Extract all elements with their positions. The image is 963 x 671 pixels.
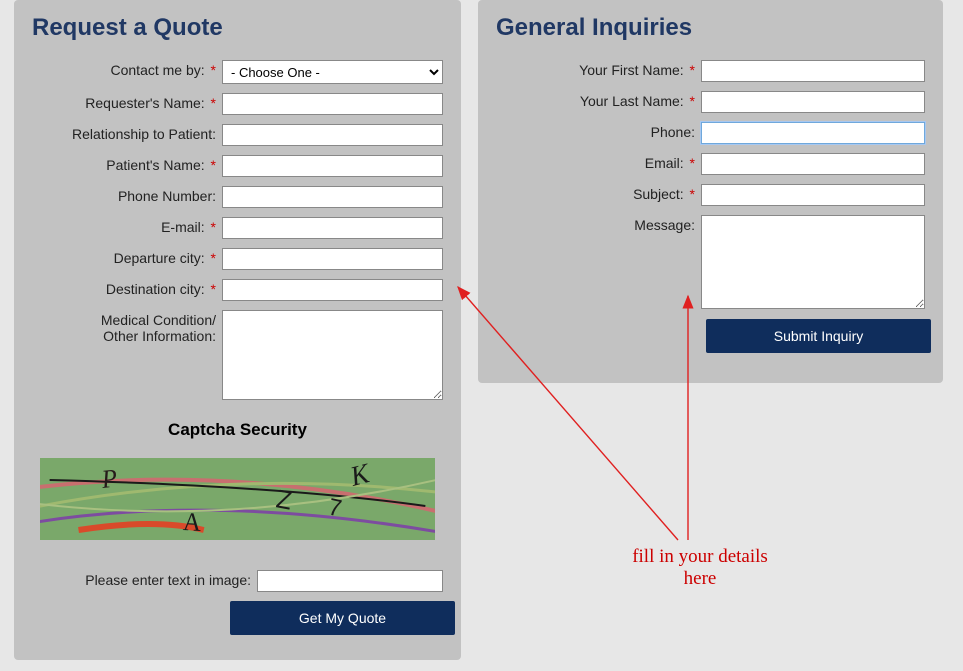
svg-text:A: A xyxy=(182,507,202,538)
subject-row: Subject: * xyxy=(496,184,925,206)
destination-label: Destination city: * xyxy=(32,279,222,297)
departure-label: Departure city: * xyxy=(32,248,222,266)
phone-row: Phone Number: xyxy=(32,186,443,208)
inq-phone-label: Phone: xyxy=(496,122,701,140)
condition-row: Medical Condition/ Other Information: xyxy=(32,310,443,400)
first-name-input[interactable] xyxy=(701,60,925,82)
required-marker: * xyxy=(211,95,216,111)
patient-input[interactable] xyxy=(222,155,443,177)
requester-label: Requester's Name: * xyxy=(32,93,222,111)
annotation-text: fill in your details here xyxy=(620,546,780,590)
general-inquiries-title: General Inquiries xyxy=(496,14,925,42)
submit-inquiry-button[interactable]: Submit Inquiry xyxy=(706,319,931,353)
inq-email-label: Email: * xyxy=(496,153,701,171)
message-label: Message: xyxy=(496,215,701,233)
inq-phone-row: Phone: xyxy=(496,122,925,144)
svg-text:K: K xyxy=(346,458,373,492)
general-inquiries-panel: General Inquiries Your First Name: * You… xyxy=(478,0,943,383)
message-textarea[interactable] xyxy=(701,215,925,309)
email-row: E-mail: * xyxy=(32,217,443,239)
required-marker: * xyxy=(211,250,216,266)
required-marker: * xyxy=(690,93,695,109)
contact-row: Contact me by: * - Choose One - xyxy=(32,60,443,84)
request-quote-title: Request a Quote xyxy=(32,14,443,42)
subject-label: Subject: * xyxy=(496,184,701,202)
departure-row: Departure city: * xyxy=(32,248,443,270)
captcha-image: P A Z 7 K xyxy=(40,458,435,540)
first-name-row: Your First Name: * xyxy=(496,60,925,82)
required-marker: * xyxy=(211,281,216,297)
svg-text:Z: Z xyxy=(274,485,294,516)
requester-input[interactable] xyxy=(222,93,443,115)
inq-email-row: Email: * xyxy=(496,153,925,175)
relationship-input[interactable] xyxy=(222,124,443,146)
svg-text:P: P xyxy=(99,463,118,494)
condition-textarea[interactable] xyxy=(222,310,443,400)
captcha-title: Captcha Security xyxy=(32,420,443,440)
required-marker: * xyxy=(211,157,216,173)
contact-label: Contact me by: * xyxy=(32,60,222,78)
condition-label: Medical Condition/ Other Information: xyxy=(32,310,222,344)
first-name-label: Your First Name: * xyxy=(496,60,701,78)
message-row: Message: xyxy=(496,215,925,309)
inq-phone-input[interactable] xyxy=(701,122,925,144)
required-marker: * xyxy=(211,62,216,78)
contact-select[interactable]: - Choose One - xyxy=(222,60,443,84)
email-input[interactable] xyxy=(222,217,443,239)
relationship-label: Relationship to Patient: xyxy=(32,124,222,142)
inq-email-input[interactable] xyxy=(701,153,925,175)
email-label: E-mail: * xyxy=(32,217,222,235)
phone-input[interactable] xyxy=(222,186,443,208)
subject-input[interactable] xyxy=(701,184,925,206)
get-my-quote-button[interactable]: Get My Quote xyxy=(230,601,455,635)
captcha-input-row: Please enter text in image: xyxy=(32,570,443,592)
captcha-prompt-label: Please enter text in image: xyxy=(32,570,257,588)
last-name-input[interactable] xyxy=(701,91,925,113)
required-marker: * xyxy=(690,186,695,202)
required-marker: * xyxy=(690,155,695,171)
relationship-row: Relationship to Patient: xyxy=(32,124,443,146)
departure-input[interactable] xyxy=(222,248,443,270)
last-name-label: Your Last Name: * xyxy=(496,91,701,109)
patient-label: Patient's Name: * xyxy=(32,155,222,173)
destination-input[interactable] xyxy=(222,279,443,301)
patient-row: Patient's Name: * xyxy=(32,155,443,177)
phone-label: Phone Number: xyxy=(32,186,222,204)
request-quote-panel: Request a Quote Contact me by: * - Choos… xyxy=(14,0,461,660)
destination-row: Destination city: * xyxy=(32,279,443,301)
required-marker: * xyxy=(211,219,216,235)
requester-row: Requester's Name: * xyxy=(32,93,443,115)
captcha-input[interactable] xyxy=(257,570,443,592)
required-marker: * xyxy=(690,62,695,78)
last-name-row: Your Last Name: * xyxy=(496,91,925,113)
